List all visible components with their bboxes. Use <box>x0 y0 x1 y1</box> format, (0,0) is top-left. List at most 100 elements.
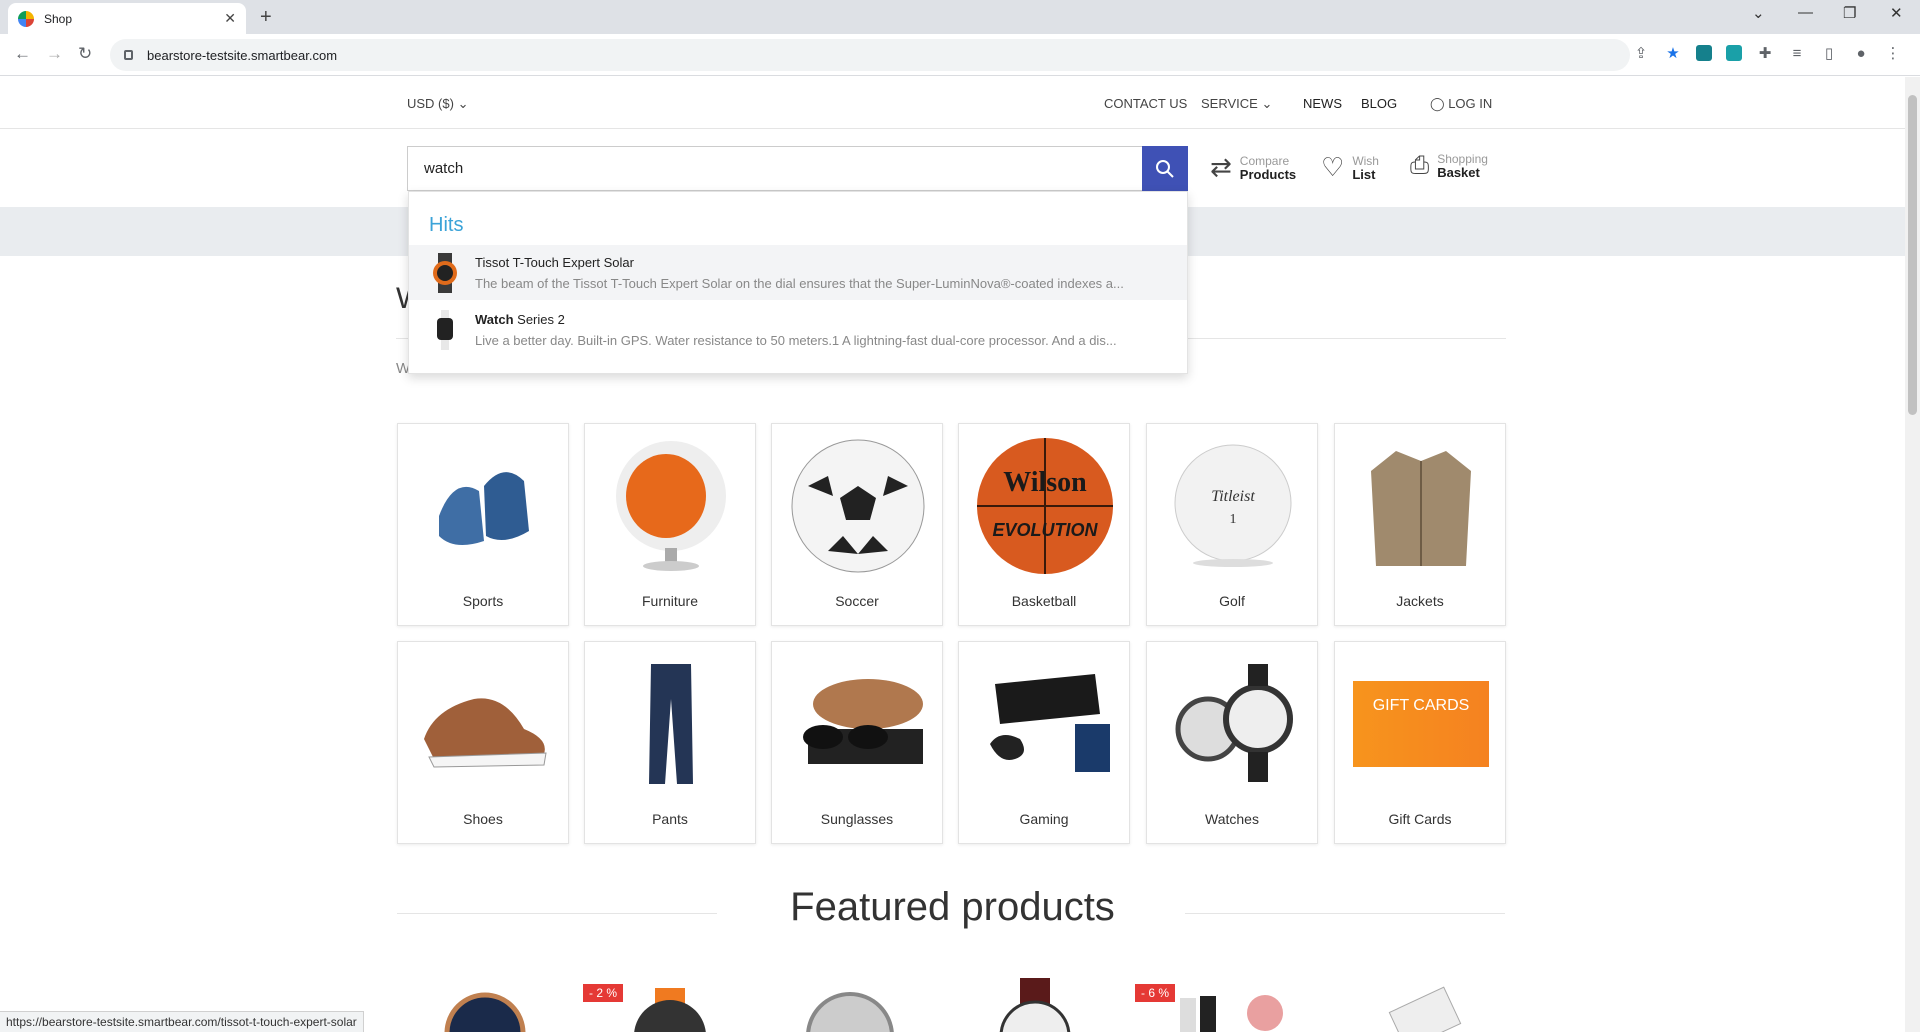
category-sports[interactable]: Sports <box>397 423 569 626</box>
product-image[interactable] <box>1170 978 1290 1032</box>
category-label: Gaming <box>1019 811 1069 827</box>
basketball-image: Wilson EVOLUTION <box>975 436 1115 576</box>
extension-1-icon[interactable] <box>1696 45 1712 61</box>
category-watches[interactable]: Watches <box>1146 641 1318 844</box>
address-bar[interactable]: bearstore-testsite.smartbear.com <box>110 39 1630 71</box>
compare-icon: ⇄ <box>1210 152 1232 182</box>
gift-cards-image: GIFT CARDS <box>1351 654 1491 794</box>
currency-selector[interactable]: USD ($) ⌄ <box>407 96 468 112</box>
chevron-down-icon: ⌄ <box>1261 96 1273 111</box>
hit-name: Watch Series 2 <box>475 312 1175 327</box>
extension-2-icon[interactable] <box>1726 45 1742 61</box>
profile-icon[interactable]: ● <box>1852 44 1870 62</box>
hit-name-highlight: Watch <box>475 311 514 327</box>
search-box <box>407 146 1142 191</box>
chevron-down-icon: ⌄ <box>457 96 469 111</box>
category-pants[interactable]: Pants <box>584 641 756 844</box>
hit-name-rest: Series 2 <box>513 311 565 327</box>
discount-badge: - 6 % <box>1135 984 1176 1002</box>
menu-icon[interactable]: ⋮ <box>1884 44 1902 62</box>
category-shoes[interactable]: Shoes <box>397 641 569 844</box>
extensions-puzzle-icon[interactable]: ✚ <box>1756 44 1774 62</box>
wish-label-big: List <box>1352 166 1376 182</box>
basketball-model: EVOLUTION <box>992 520 1098 540</box>
media-icon[interactable]: ≡ <box>1788 44 1806 62</box>
category-basketball[interactable]: Wilson EVOLUTION Basketball <box>958 423 1130 626</box>
product-image[interactable] <box>1375 978 1475 1032</box>
forward-icon[interactable]: → <box>46 44 63 64</box>
product-image[interactable] <box>440 978 530 1032</box>
search-button[interactable] <box>1142 146 1188 191</box>
browser-toolbar: ← → ↻ bearstore-testsite.smartbear.com ⇪… <box>0 34 1920 76</box>
nav-blog[interactable]: BLOG <box>1361 96 1397 111</box>
scrollbar-thumb[interactable] <box>1908 95 1917 415</box>
page-scrollbar[interactable] <box>1905 77 1920 1032</box>
wish-label-small: Wish <box>1352 153 1379 168</box>
svg-text:1: 1 <box>1230 512 1237 527</box>
category-label: Pants <box>652 811 688 827</box>
category-gift-cards[interactable]: GIFT CARDS Gift Cards <box>1334 641 1506 844</box>
compare-products[interactable]: ⇄ Compare Products <box>1210 152 1296 183</box>
sidepanel-icon[interactable]: ▯ <box>1820 44 1838 62</box>
basket-label-small: Shopping <box>1437 152 1488 166</box>
category-label: Golf <box>1219 593 1245 609</box>
search-hit[interactable]: Tissot T-Touch Expert Solar The beam of … <box>409 245 1187 300</box>
product-image[interactable] <box>990 978 1080 1032</box>
bookmark-star-icon[interactable]: ★ <box>1664 44 1682 62</box>
product-image[interactable] <box>625 978 715 1032</box>
new-tab-icon[interactable]: + <box>260 6 272 29</box>
category-gaming[interactable]: Gaming <box>958 641 1130 844</box>
svg-text:Titleist: Titleist <box>1211 488 1255 505</box>
browser-tab[interactable]: Shop ✕ <box>8 3 246 34</box>
top-header <box>0 77 1905 129</box>
wish-list[interactable]: ♡ Wish List <box>1321 152 1379 183</box>
search-suggestions-dropdown: Hits Tissot T-Touch Expert Solar The bea… <box>408 191 1188 374</box>
category-label: Sports <box>462 593 504 609</box>
minimize-icon[interactable]: — <box>1798 4 1813 21</box>
back-icon[interactable]: ← <box>14 44 31 64</box>
toolbar-icons: ⇪ ★ ✚ ≡ ▯ ● ⋮ <box>1632 44 1902 63</box>
sunglasses-image <box>788 654 928 794</box>
category-jackets[interactable]: Jackets <box>1334 423 1506 626</box>
hits-heading: Hits <box>429 214 464 236</box>
shoes-image <box>414 654 554 794</box>
nav-news[interactable]: NEWS <box>1303 96 1342 111</box>
discount-badge: - 2 % <box>583 984 624 1002</box>
category-label: Basketball <box>1011 593 1077 609</box>
category-sunglasses[interactable]: Sunglasses <box>771 641 943 844</box>
nav-contact-us[interactable]: CONTACT US <box>1104 96 1187 111</box>
category-label: Sunglasses <box>820 811 894 827</box>
shopping-basket[interactable]: ⎙ Shopping Basket <box>1410 152 1488 180</box>
reload-icon[interactable]: ↻ <box>78 44 92 64</box>
category-soccer[interactable]: Soccer <box>771 423 943 626</box>
category-label: Watches <box>1205 811 1259 827</box>
nav-service[interactable]: SERVICE ⌄ <box>1201 96 1272 112</box>
share-icon[interactable]: ⇪ <box>1632 44 1650 62</box>
tab-title: Shop <box>44 11 73 26</box>
category-furniture[interactable]: Furniture <box>584 423 756 626</box>
basket-icon: ⎙ <box>1410 152 1430 179</box>
compare-label-small: Compare <box>1239 153 1290 168</box>
window-close-icon[interactable]: ✕ <box>1890 4 1903 22</box>
hit-description: Live a better day. Built-in GPS. Water r… <box>475 332 1117 348</box>
watch-thumbnail <box>429 309 461 350</box>
category-golf[interactable]: Titleist 1 Golf <box>1146 423 1318 626</box>
product-image[interactable] <box>800 978 900 1032</box>
nav-login[interactable]: ◯ LOG IN <box>1430 96 1492 112</box>
heart-icon: ♡ <box>1321 152 1345 182</box>
tab-close-icon[interactable]: ✕ <box>224 10 236 27</box>
browser-tabbar: Shop ✕ + ⌄ — ❐ ✕ <box>0 0 1920 34</box>
hit-name: Tissot T-Touch Expert Solar <box>475 254 634 270</box>
restore-icon[interactable]: ❐ <box>1843 4 1856 22</box>
search-input[interactable] <box>424 160 1142 177</box>
compare-label-big: Products <box>1239 166 1297 182</box>
site-favicon-icon <box>18 10 34 27</box>
search-icon <box>1156 159 1174 178</box>
search-hit[interactable]: Watch Series 2 Live a better day. Built-… <box>409 302 1187 357</box>
jackets-image <box>1351 436 1491 576</box>
tab-search-icon[interactable]: ⌄ <box>1752 4 1765 22</box>
category-label: Shoes <box>463 811 503 827</box>
user-icon: ◯ <box>1430 96 1445 111</box>
category-label: Jackets <box>1396 593 1444 609</box>
furniture-image <box>601 436 741 576</box>
